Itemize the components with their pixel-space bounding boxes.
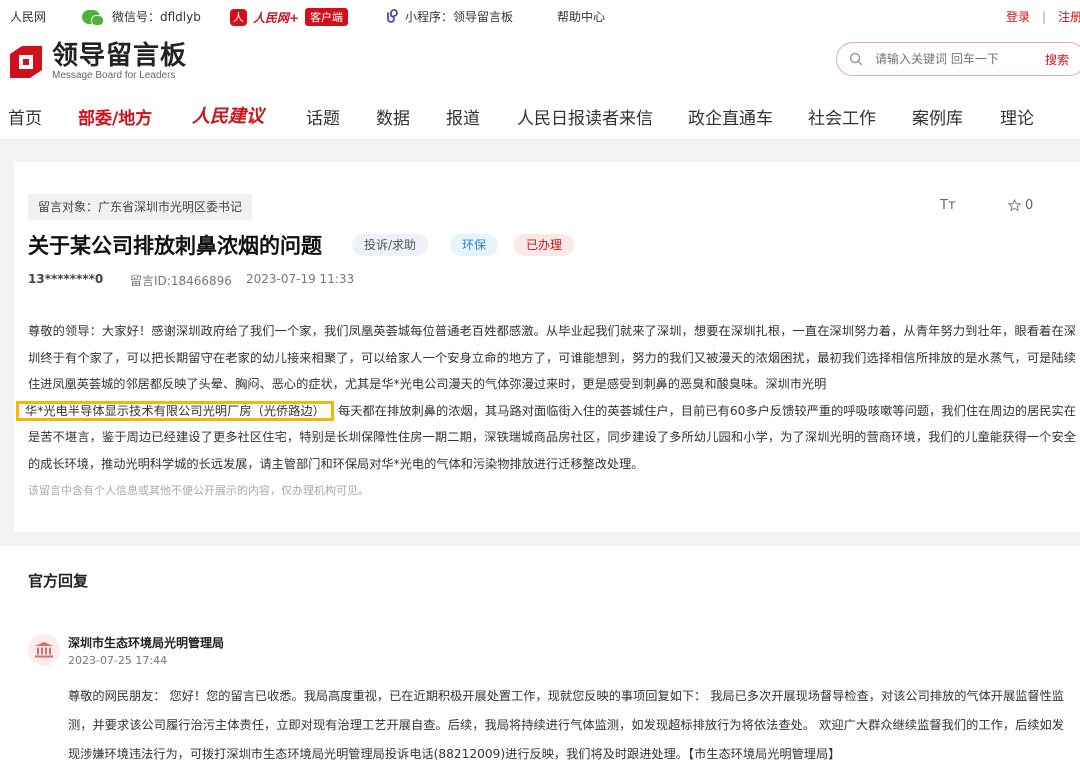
client-badge: 客户端 bbox=[305, 8, 349, 26]
reply-org-name: 深圳市生态环境局光明管理局 bbox=[68, 636, 225, 650]
miniprogram-label: 小程序：领导留言板 bbox=[405, 10, 514, 24]
privacy-notice: 该留言中含有个人信息或其他不便公开展示的内容，仅办理机构可见。 bbox=[28, 484, 369, 497]
logo-subtitle: Message Board for Leaders bbox=[52, 70, 176, 81]
font-size-button[interactable]: Tт bbox=[940, 198, 956, 213]
message-title: 关于某公司排放刺鼻浓烟的问题 bbox=[28, 234, 322, 258]
search-input[interactable] bbox=[875, 52, 1035, 66]
message-id: 留言ID:18466896 bbox=[130, 274, 232, 288]
nav-item-reader-letters[interactable]: 人民日报读者来信 bbox=[517, 104, 653, 129]
highlighted-company: 华*光电半导体显示技术有限公司光明厂房（光侨路边） bbox=[16, 400, 335, 421]
rmw-logo-text: 人民网+ bbox=[253, 10, 300, 25]
reply-body: 尊敬的网民朋友： 您好！您的留言已收悉。我局高度重视，已在近期积极开展处置工作，… bbox=[68, 689, 1064, 761]
tag-complaint: 投诉/求助 bbox=[352, 234, 429, 256]
wechat-label: 微信号：dfldlyb bbox=[112, 10, 201, 24]
favorite-count: 0 bbox=[1025, 198, 1034, 213]
rmw-client-link[interactable]: 人 人民网+ 客户端 bbox=[230, 8, 349, 26]
miniprogram-icon bbox=[387, 8, 398, 23]
auth-separator: | bbox=[1042, 9, 1047, 24]
message-author: 13********0 bbox=[28, 272, 104, 286]
message-recipient: 留言对象：广东省深圳市光明区委书记 bbox=[28, 194, 253, 220]
top-utility-bar: 人民网 微信号：dfldlyb 人 人民网+ 客户端 小程序：领导留言板 帮助中… bbox=[0, 0, 1080, 32]
help-center-label: 帮助中心 bbox=[557, 10, 606, 24]
nav-item-social-work[interactable]: 社会工作 bbox=[808, 104, 876, 129]
login-link[interactable]: 登录 bbox=[1006, 8, 1030, 25]
nav-item-ministries-local[interactable]: 部委/地方 bbox=[78, 104, 152, 129]
search-box: 搜索 bbox=[836, 42, 1080, 76]
favorite-button[interactable]: 0 bbox=[1008, 198, 1033, 213]
nav-item-gov-enterprise[interactable]: 政企直通车 bbox=[688, 104, 773, 129]
message-body-part1: 尊敬的领导：大家好！感谢深圳政府给了我们一个家，我们凤凰英荟城每位普通老百姓都感… bbox=[28, 324, 1076, 391]
message-card: 留言对象：广东省深圳市光明区委书记 Tт 0 关于某公司排放刺鼻浓烟的问题 投诉… bbox=[14, 162, 1080, 532]
tag-environment: 环保 bbox=[450, 234, 499, 256]
site-header: 领导留言板 Message Board for Leaders 搜索 bbox=[0, 32, 1080, 92]
nav-item-theory[interactable]: 理论 bbox=[1000, 104, 1034, 129]
nav-item-case-library[interactable]: 案例库 bbox=[912, 104, 963, 129]
site-logo[interactable]: 领导留言板 Message Board for Leaders bbox=[8, 42, 187, 82]
register-link[interactable]: 注册 bbox=[1058, 8, 1080, 25]
official-reply-card: 官方回复 深圳市生态环境局光明管理局 2023-07-25 17:44 尊敬的网… bbox=[0, 546, 1080, 769]
search-button[interactable]: 搜索 bbox=[1045, 51, 1069, 68]
reply-date: 2023-07-25 17:44 bbox=[68, 654, 168, 667]
nav-item-home[interactable]: 首页 bbox=[8, 104, 42, 129]
message-board-logo bbox=[10, 46, 42, 78]
message-datetime: 2023-07-19 11:33 bbox=[246, 272, 355, 286]
status-badge: 已办理 bbox=[514, 234, 575, 256]
site-link-people[interactable]: 人民网 bbox=[10, 8, 46, 25]
star-icon bbox=[1008, 199, 1021, 212]
reply-heading: 官方回复 bbox=[28, 572, 89, 590]
search-icon bbox=[849, 52, 863, 66]
message-body: 尊敬的领导：大家好！感谢深圳政府给了我们一个家，我们凤凰英荟城每位普通老百姓都感… bbox=[16, 318, 1076, 477]
logo-title: 领导留言板 bbox=[52, 41, 188, 71]
wechat-icon bbox=[82, 9, 104, 26]
avatar bbox=[28, 634, 60, 666]
nav-item-people-suggestions[interactable]: 人民建议 bbox=[192, 102, 264, 128]
wechat-account[interactable]: 微信号：dfldlyb bbox=[82, 8, 201, 26]
government-building-icon bbox=[35, 642, 53, 658]
rmw-app-icon: 人 bbox=[230, 8, 247, 26]
site-link-label: 人民网 bbox=[10, 10, 47, 24]
auth-links: 登录 | 注册 bbox=[1006, 8, 1080, 25]
nav-item-reports[interactable]: 报道 bbox=[446, 104, 480, 129]
miniprogram-link[interactable]: 小程序：领导留言板 bbox=[383, 8, 513, 25]
help-center-link[interactable]: 帮助中心 bbox=[557, 8, 605, 25]
main-nav: 首页 部委/地方 人民建议 话题 数据 报道 人民日报读者来信 政企直通车 社会… bbox=[0, 92, 1080, 140]
nav-item-topics[interactable]: 话题 bbox=[306, 104, 340, 129]
nav-item-data[interactable]: 数据 bbox=[376, 104, 410, 129]
